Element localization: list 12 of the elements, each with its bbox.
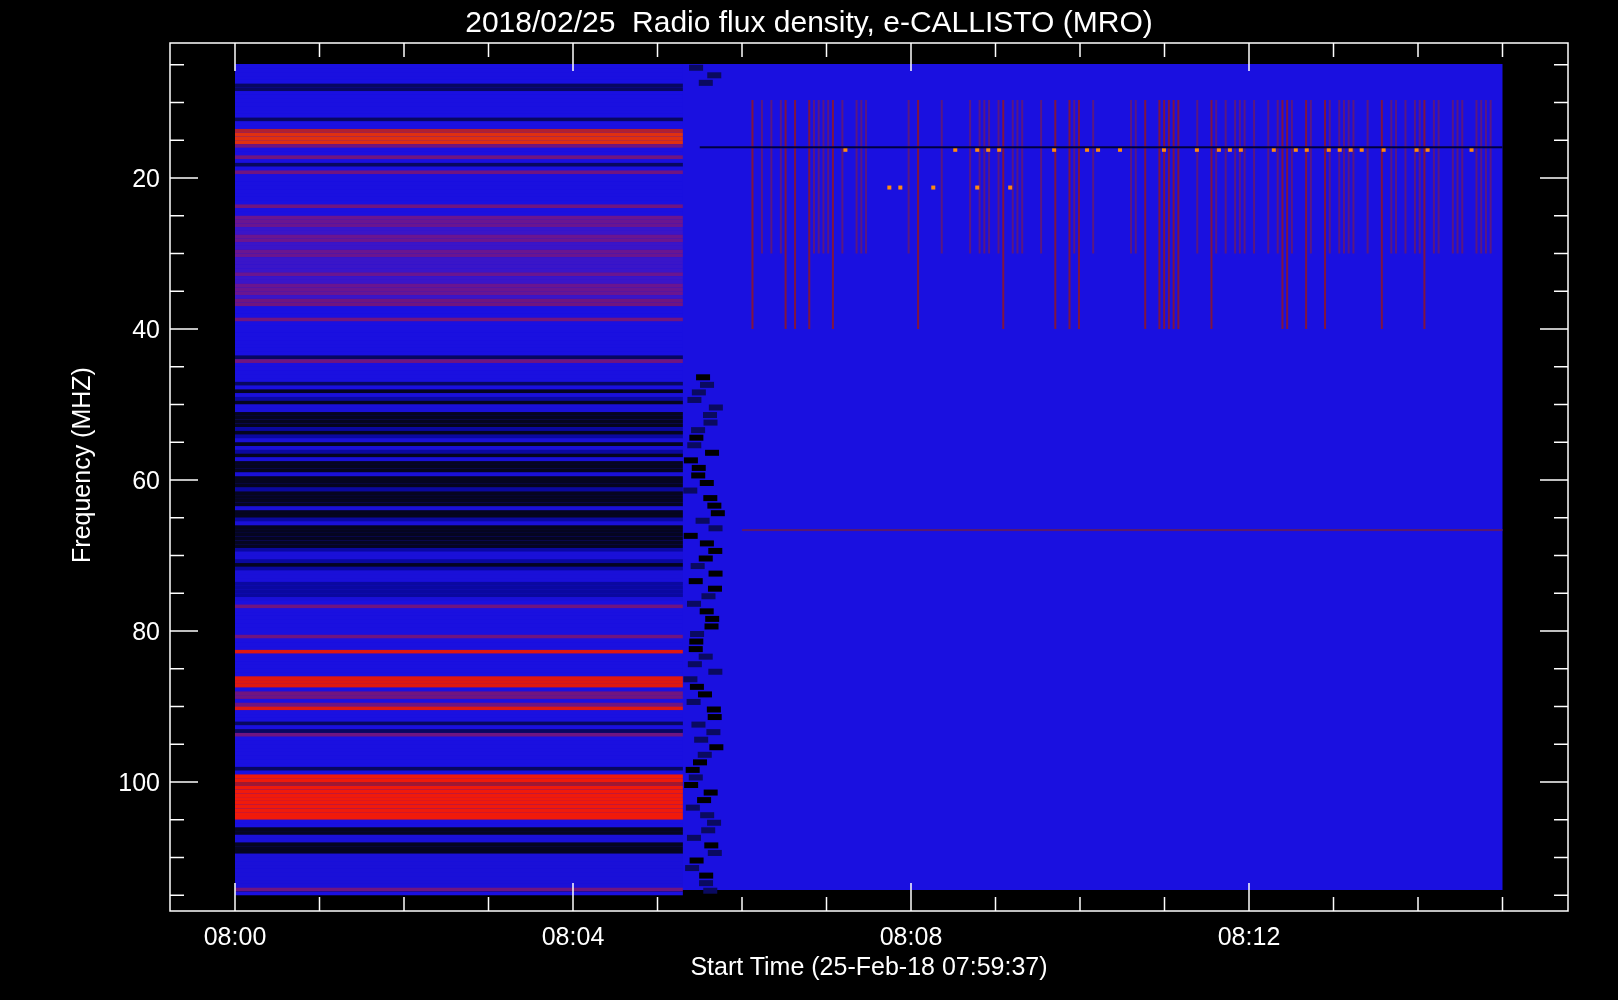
x-tick-label: 08:04 bbox=[541, 922, 605, 950]
x-tick-label: 08:12 bbox=[1217, 922, 1281, 950]
y-tick-label: 80 bbox=[132, 617, 160, 645]
y-tick-label: 100 bbox=[118, 768, 160, 796]
y-tick-label: 20 bbox=[132, 164, 160, 192]
plot-title: 2018/02/25 Radio flux density, e-CALLISTO (MRO) bbox=[465, 5, 1153, 38]
x-tick-label: 08:08 bbox=[879, 922, 943, 950]
x-axis-label: Start Time (25-Feb-18 07:59:37) bbox=[690, 952, 1048, 980]
x-tick-label: 08:00 bbox=[203, 922, 267, 950]
y-axis-label: Frequency (MHZ) bbox=[67, 367, 95, 563]
y-tick-label: 40 bbox=[132, 315, 160, 343]
y-tick-label: 60 bbox=[132, 466, 160, 494]
